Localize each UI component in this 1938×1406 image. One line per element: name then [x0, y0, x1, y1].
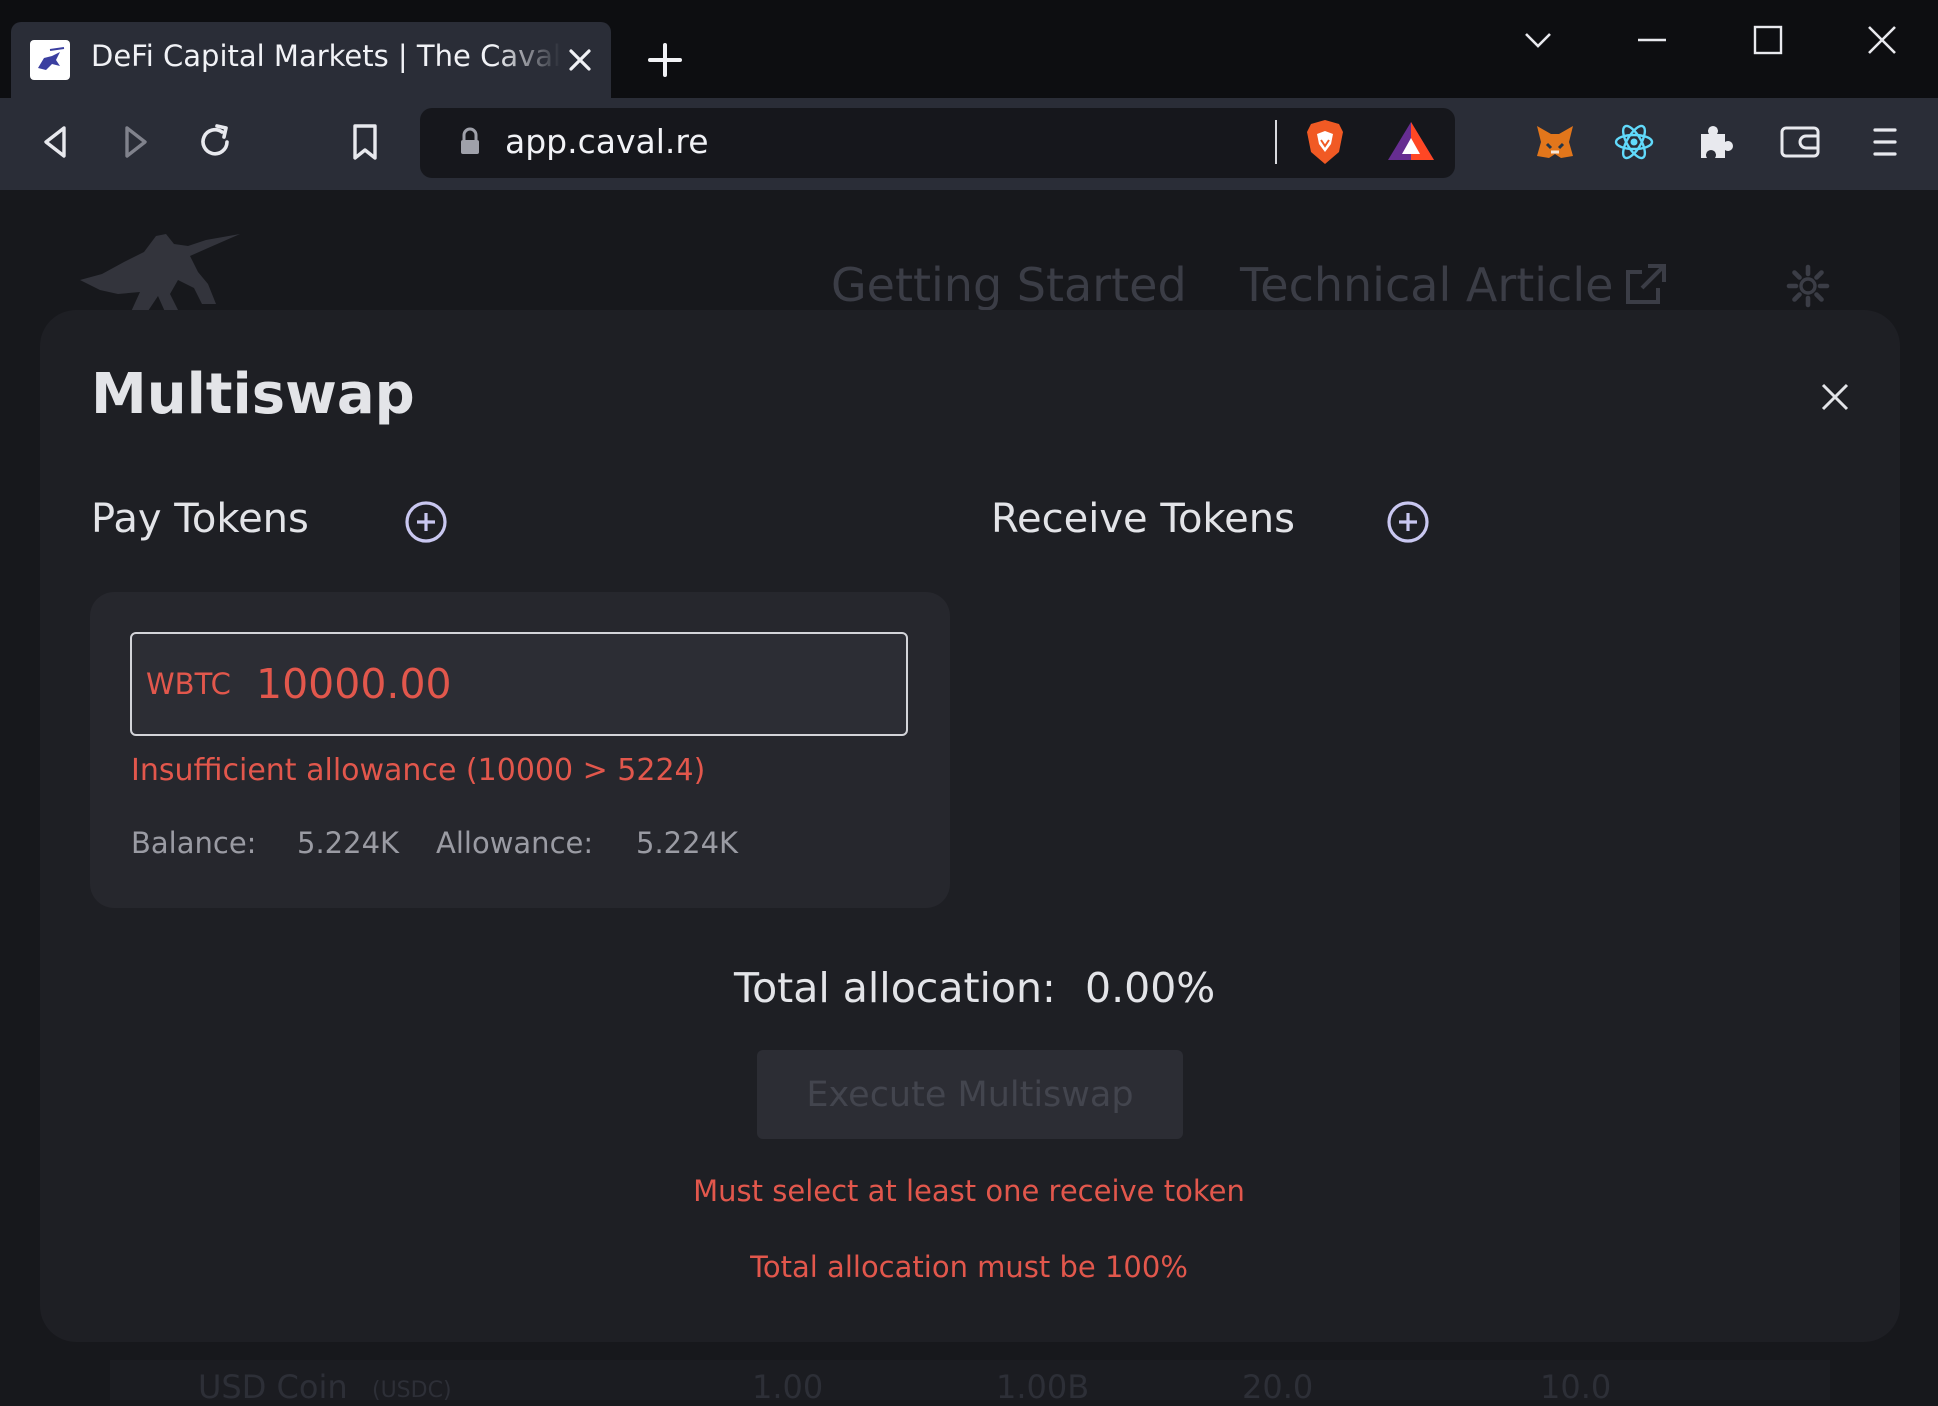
execute-multiswap-button[interactable]: Execute Multiswap: [757, 1050, 1183, 1139]
pay-amount-input[interactable]: [256, 656, 876, 712]
cavalre-logo[interactable]: [78, 222, 243, 317]
balance-label: Balance:: [131, 826, 257, 860]
receive-tokens-label: Receive Tokens: [991, 496, 1295, 542]
metamask-extension-icon[interactable]: [1533, 120, 1577, 164]
brave-rewards-icon[interactable]: [1386, 118, 1436, 162]
pay-tokens-label: Pay Tokens: [91, 496, 309, 542]
add-pay-token-icon[interactable]: [404, 500, 448, 544]
tab-search-chevron-icon[interactable]: [1518, 20, 1558, 60]
background-token-symbol: (USDC): [372, 1378, 452, 1403]
modal-close-icon[interactable]: [1818, 380, 1852, 414]
background-cell: 1.00: [752, 1368, 824, 1406]
balance-value: 5.224K: [297, 826, 400, 860]
total-allocation-label: Total allocation:: [734, 964, 1056, 1012]
lock-icon[interactable]: [448, 120, 492, 164]
add-receive-token-icon[interactable]: [1386, 500, 1430, 544]
background-cell: 1.00B: [996, 1368, 1090, 1406]
menu-icon[interactable]: [1863, 120, 1907, 164]
nav-getting-started[interactable]: Getting Started: [831, 258, 1187, 312]
receive-token-error: Must select at least one receive token: [693, 1174, 1245, 1208]
forward-icon[interactable]: [113, 120, 157, 164]
allowance-error-text: Insufficient allowance (10000 > 5224): [131, 753, 706, 788]
site-favicon-icon: [30, 40, 70, 80]
back-icon[interactable]: [34, 120, 78, 164]
allowance-value: 5.224K: [636, 826, 739, 860]
settings-gear-icon[interactable]: [1786, 264, 1830, 308]
background-cell: 20.0: [1242, 1368, 1314, 1406]
total-allocation-value: 0.00%: [1085, 964, 1216, 1012]
address-bar-divider: [1275, 120, 1277, 164]
new-tab-icon[interactable]: [645, 40, 685, 80]
brave-shields-icon[interactable]: [1303, 118, 1347, 164]
url-text[interactable]: app.caval.re: [505, 122, 709, 161]
pay-token-symbol: WBTC: [146, 667, 231, 701]
bookmark-icon[interactable]: [343, 120, 387, 164]
minimize-icon[interactable]: [1632, 20, 1672, 60]
external-link-icon: [1622, 262, 1668, 308]
tab-title: DeFi Capital Markets | The CavalRe: [91, 39, 561, 73]
maximize-icon[interactable]: [1748, 20, 1788, 60]
react-devtools-icon[interactable]: [1612, 120, 1656, 164]
nav-technical-article[interactable]: Technical Article: [1240, 258, 1613, 312]
allowance-label: Allowance:: [436, 826, 594, 860]
tab-close-icon[interactable]: [564, 44, 596, 76]
reload-icon[interactable]: [193, 120, 237, 164]
background-cell: 10.0: [1540, 1368, 1612, 1406]
window-close-icon[interactable]: [1862, 20, 1902, 60]
extensions-puzzle-icon[interactable]: [1693, 120, 1737, 164]
allocation-error: Total allocation must be 100%: [750, 1250, 1188, 1284]
modal-title: Multiswap: [91, 362, 415, 427]
browser-tab[interactable]: DeFi Capital Markets | The CavalRe: [11, 22, 611, 98]
wallet-icon[interactable]: [1778, 120, 1822, 164]
background-token-name: USD Coin: [198, 1368, 348, 1406]
